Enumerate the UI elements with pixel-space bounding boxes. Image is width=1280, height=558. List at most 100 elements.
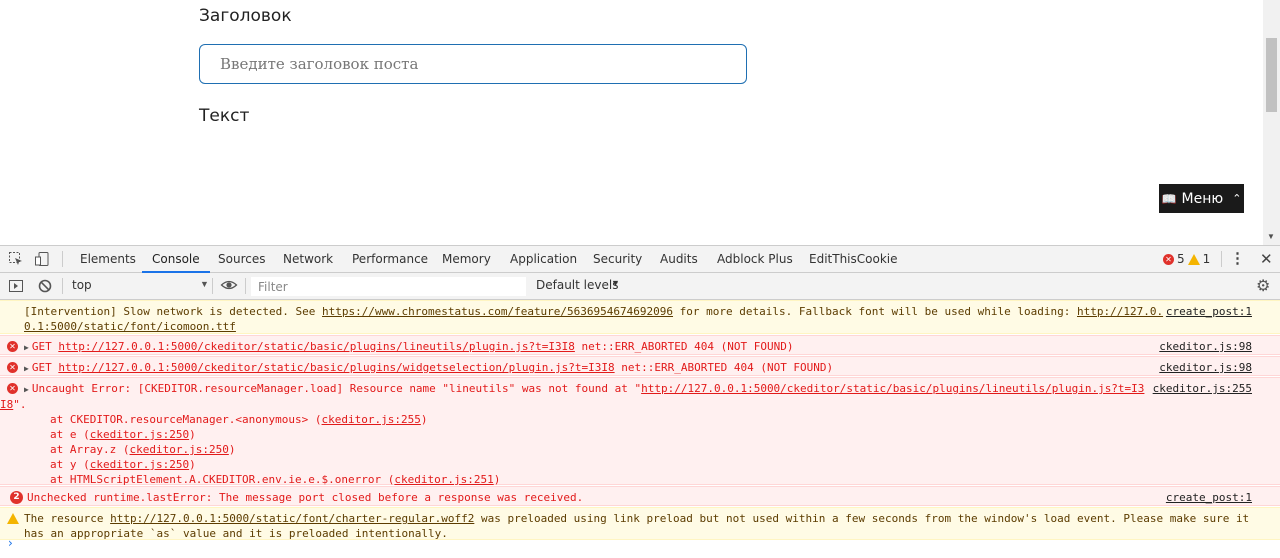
message-text: ". [13, 398, 27, 411]
message-status: net::ERR_ABORTED 404 (NOT FOUND) [574, 340, 794, 353]
page-scrollbar[interactable]: ▼ [1263, 0, 1280, 245]
stack-link[interactable]: ckeditor.js:250 [129, 443, 228, 456]
stack-link[interactable]: ckeditor.js:251 [394, 473, 493, 486]
gear-icon[interactable]: ⚙ [1256, 276, 1270, 296]
request-method: GET [31, 340, 52, 353]
toolbar-divider [62, 278, 63, 294]
stack-text: ) [189, 458, 196, 471]
menu-button[interactable]: 📖 Меню ⌃ [1159, 184, 1244, 213]
stack-text: ) [228, 443, 236, 456]
console-prompt-icon[interactable]: › [8, 536, 13, 551]
message-link[interactable]: 0.1:5000/static/font/icomoon.ttf [24, 320, 236, 333]
stack-link[interactable]: ckeditor.js:250 [90, 428, 189, 441]
log-levels-dropdown[interactable]: Default levels [536, 278, 618, 292]
error-icon: ✕ [7, 383, 18, 394]
console-message-error: ✕ ▶ GET http://127.0.0.1:5000/ckeditor/st… [0, 356, 1280, 376]
stack-link[interactable]: ckeditor.js:255 [322, 413, 421, 426]
message-status: net::ERR_ABORTED 404 (NOT FOUND) [614, 361, 834, 374]
tab-audits[interactable]: Audits [660, 246, 698, 272]
text-label: Текст [199, 106, 250, 126]
toolbar-divider [1221, 251, 1222, 267]
inspect-element-icon[interactable] [8, 251, 24, 267]
stack-text: ) [420, 413, 428, 426]
message-link[interactable]: http://127.0.0.1:5000/ckeditor/static/ba… [58, 340, 575, 353]
filter-input[interactable] [251, 277, 526, 296]
message-text: has an appropriate `as` value and it is … [24, 527, 448, 540]
show-sidebar-icon[interactable] [8, 278, 24, 294]
close-icon[interactable]: ✕ [1260, 250, 1273, 268]
book-icon: 📖 [1161, 191, 1177, 206]
message-source-link[interactable]: ckeditor.js:98 [1159, 360, 1252, 375]
error-icon: ✕ [1163, 253, 1174, 265]
message-link[interactable]: http://127.0.0.1:5000/ckeditor/static/ba… [58, 361, 614, 374]
warning-count: 1 [1202, 252, 1211, 266]
stack-text: at HTMLScriptElement.A.CKEDITOR.env.ie.e… [50, 473, 395, 486]
toolbar-divider [212, 278, 213, 294]
stack-frame: at Array.z (ckeditor.js:250) [24, 442, 1144, 457]
tab-console[interactable]: Console [142, 246, 210, 273]
message-link[interactable]: http://127.0.0.1:5000/ckeditor/static/ba… [641, 382, 1144, 395]
error-icon: ✕ [7, 362, 18, 373]
tab-network[interactable]: Network [283, 246, 333, 272]
warning-icon [7, 513, 19, 524]
error-icon: ✕ [7, 341, 18, 352]
expand-triangle-icon[interactable]: ▶ [24, 382, 29, 397]
tab-application[interactable]: Application [510, 246, 577, 272]
message-source-link[interactable]: create_post:1 [1166, 490, 1252, 505]
scrollbar-thumb[interactable] [1266, 38, 1277, 112]
expand-triangle-icon[interactable]: ▶ [24, 361, 29, 376]
chevron-up-icon: ⌃ [1232, 192, 1242, 205]
context-selector[interactable]: top [72, 278, 92, 292]
tab-sources[interactable]: Sources [218, 246, 265, 272]
console-message-error: ✕ ▶ GET http://127.0.0.1:5000/ckeditor/st… [0, 335, 1280, 355]
context-dropdown-icon[interactable]: ▼ [200, 279, 209, 289]
warning-icon [1187, 253, 1200, 265]
clear-console-icon[interactable] [37, 278, 53, 294]
console-toolbar: top ▼ Default levels ▼ ⚙ [0, 273, 1280, 300]
message-source-link[interactable]: ckeditor.js:98 [1159, 339, 1252, 354]
device-toolbar-icon[interactable] [34, 251, 50, 267]
tab-adblock-plus[interactable]: Adblock Plus [717, 246, 793, 272]
expand-triangle-icon[interactable]: ▶ [24, 340, 29, 355]
stack-link[interactable]: ckeditor.js:250 [90, 458, 189, 471]
console-message-warning: [Intervention] Slow network is detected.… [0, 300, 1280, 334]
tab-security[interactable]: Security [593, 246, 642, 272]
title-label: Заголовок [199, 6, 292, 26]
stack-frame: at CKEDITOR.resourceManager.<anonymous> … [24, 412, 1144, 427]
console-message-error: 2 Unchecked runtime.lastError: The messa… [0, 486, 1280, 506]
message-source-link[interactable]: create_post:1 [1166, 304, 1252, 319]
console-message-warning: The resource http://127.0.0.1:5000/stati… [0, 507, 1280, 540]
message-text: was preloaded using link preload but not… [474, 512, 1250, 525]
stack-text: ) [493, 473, 501, 486]
toolbar-divider [245, 278, 246, 294]
message-source-link[interactable]: ckeditor.js:255 [1153, 381, 1252, 396]
more-options-icon[interactable]: ⋮ [1230, 249, 1245, 267]
stack-text: at e ( [50, 428, 90, 441]
stack-frame: at HTMLScriptElement.A.CKEDITOR.env.ie.e… [24, 472, 1144, 487]
message-link[interactable]: http://127.0. [1077, 305, 1163, 318]
toolbar-divider [62, 251, 63, 267]
message-text: for more details. Fallback font will be … [673, 305, 1077, 318]
scroll-down-arrow-icon[interactable]: ▼ [1267, 232, 1275, 241]
request-method: GET [31, 361, 52, 374]
devtools-panel: Elements Console Sources Network Perform… [0, 245, 1280, 558]
error-count: 5 [1177, 252, 1185, 266]
message-link[interactable]: https://www.chromestatus.com/feature/563… [322, 305, 673, 318]
issue-counters[interactable]: ✕ 5 1 [1163, 252, 1210, 266]
devtools-tabbar: Elements Console Sources Network Perform… [0, 246, 1280, 273]
post-title-input[interactable] [199, 44, 747, 84]
repeat-count-badge: 2 [10, 491, 23, 504]
page-viewport: Заголовок Текст 📖 Меню ⌃ ▼ [0, 0, 1280, 245]
stack-text: at CKEDITOR.resourceManager.<anonymous> … [50, 413, 322, 426]
message-link[interactable]: http://127.0.0.1:5000/static/font/charte… [110, 512, 474, 525]
tab-elements[interactable]: Elements [80, 246, 136, 272]
stack-text: at Array.z ( [50, 443, 130, 456]
live-expression-eye-icon[interactable] [220, 276, 238, 294]
message-link[interactable]: I8 [0, 398, 13, 411]
tab-editthiscookie[interactable]: EditThisCookie [809, 246, 898, 272]
message-text: Unchecked runtime.lastError: The message… [27, 491, 584, 504]
stack-text: at y ( [50, 458, 90, 471]
tab-memory[interactable]: Memory [442, 246, 491, 272]
tab-performance[interactable]: Performance [352, 246, 428, 272]
levels-dropdown-icon[interactable]: ▼ [611, 278, 620, 288]
